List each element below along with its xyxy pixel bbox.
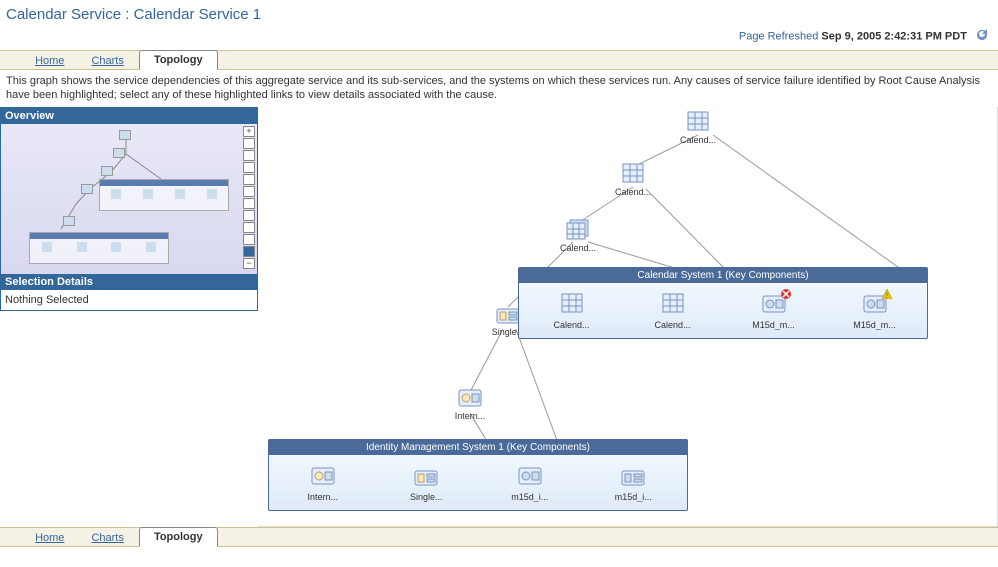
group-item-label: m15d_i... [598,492,668,502]
refresh-label: Page Refreshed [739,30,819,42]
tabbar-top: Home Charts Topology [0,50,998,70]
description-text: This graph shows the service dependencie… [0,70,998,107]
node-label: Calend... [603,187,663,197]
zoom-out-button[interactable]: − [243,258,255,269]
module-icon [620,465,646,489]
node-intern[interactable]: Intern... [440,387,500,421]
title-name: Calendar Service 1 [134,6,262,23]
tabbar-bottom: Home Charts Topology [0,527,998,547]
group-calendar-system[interactable]: Calendar System 1 (Key Components) Calen… [518,267,928,339]
zoom-step-4[interactable] [243,174,255,185]
refresh-icon[interactable] [974,27,990,46]
group-item-label: Calend... [537,320,607,330]
minimap-node [113,148,125,158]
group-item-m15di-b[interactable]: m15d_i... [598,465,668,502]
node-label: Calend... [668,135,728,145]
group-title: Calendar System 1 (Key Components) [519,268,927,283]
tab-home-bottom[interactable]: Home [23,529,76,544]
component-icon [458,387,482,409]
grid-icon [660,293,686,317]
node-calend-2[interactable]: Calend... [603,163,663,197]
group-item-m15di-a[interactable]: m15d_i... [495,465,565,502]
group-item-label: Calend... [638,320,708,330]
tab-topology-active[interactable]: Topology [139,50,218,70]
group-item-label: m15d_i... [495,492,565,502]
minimap-node [101,166,113,176]
zoom-step-8[interactable] [243,222,255,233]
minimap-node [63,216,75,226]
minimap-group-2 [29,232,169,264]
title-prefix: Calendar Service : [6,6,134,23]
warning-badge-icon [882,289,892,299]
node-calend-1[interactable]: Calend... [668,111,728,145]
component-icon [517,465,543,489]
group-item-single[interactable]: Single... [391,465,461,502]
refresh-timestamp: Sep 9, 2005 2:42:31 PM PDT [821,30,967,42]
group-identity-system[interactable]: Identity Management System 1 (Key Compon… [268,439,688,511]
minimap-group-1 [99,179,229,211]
tab-charts-bottom[interactable]: Charts [79,529,135,544]
grid-stack-icon [566,219,590,241]
group-body: Intern... Single... m15d_i... [269,455,687,510]
selection-value: Nothing Selected [1,290,257,310]
group-item-m15d-b[interactable]: M15d_m... [840,293,910,330]
node-label: Intern... [440,411,500,421]
component-icon [862,293,888,317]
zoom-current[interactable] [243,246,255,257]
zoom-step-5[interactable] [243,186,255,197]
zoom-step-2[interactable] [243,150,255,161]
refresh-bar: Page Refreshed Sep 9, 2005 2:42:31 PM PD… [0,25,998,50]
zoom-step-9[interactable] [243,234,255,245]
group-item-intern[interactable]: Intern... [288,465,358,502]
component-icon [761,293,787,317]
sidebar: Overview + − [0,107,258,311]
tab-topology-active-bottom[interactable]: Topology [139,527,218,547]
module-icon [496,303,520,325]
grid-icon [559,293,585,317]
tab-charts[interactable]: Charts [79,52,135,67]
zoom-in-button[interactable]: + [243,126,255,137]
group-body: Calend... Calend... M15d_m... [519,283,927,338]
topology-canvas[interactable]: Calend... Calend... Calend... Single... [258,107,998,527]
zoom-controls: + − [243,126,255,269]
group-item-label: M15d_m... [739,320,809,330]
page-title: Calendar Service : Calendar Service 1 [0,0,998,25]
error-badge-icon [781,289,791,299]
group-item-calend-a[interactable]: Calend... [537,293,607,330]
group-title: Identity Management System 1 (Key Compon… [269,440,687,455]
group-item-label: M15d_m... [840,320,910,330]
minimap-node [81,184,93,194]
tab-home[interactable]: Home [23,52,76,67]
selection-header: Selection Details [1,274,257,290]
grid-icon [621,163,645,185]
group-item-calend-b[interactable]: Calend... [638,293,708,330]
node-label: Calend... [548,243,608,253]
zoom-step-7[interactable] [243,210,255,221]
overview-minimap[interactable]: + − [1,124,257,274]
zoom-step-6[interactable] [243,198,255,209]
grid-icon [686,111,710,133]
node-calend-3[interactable]: Calend... [548,219,608,253]
module-icon [413,465,439,489]
group-item-m15d-a[interactable]: M15d_m... [739,293,809,330]
group-item-label: Single... [391,492,461,502]
zoom-step-3[interactable] [243,162,255,173]
minimap-node [119,130,131,140]
zoom-step-1[interactable] [243,138,255,149]
overview-header: Overview [1,108,257,124]
group-item-label: Intern... [288,492,358,502]
component-icon [310,465,336,489]
